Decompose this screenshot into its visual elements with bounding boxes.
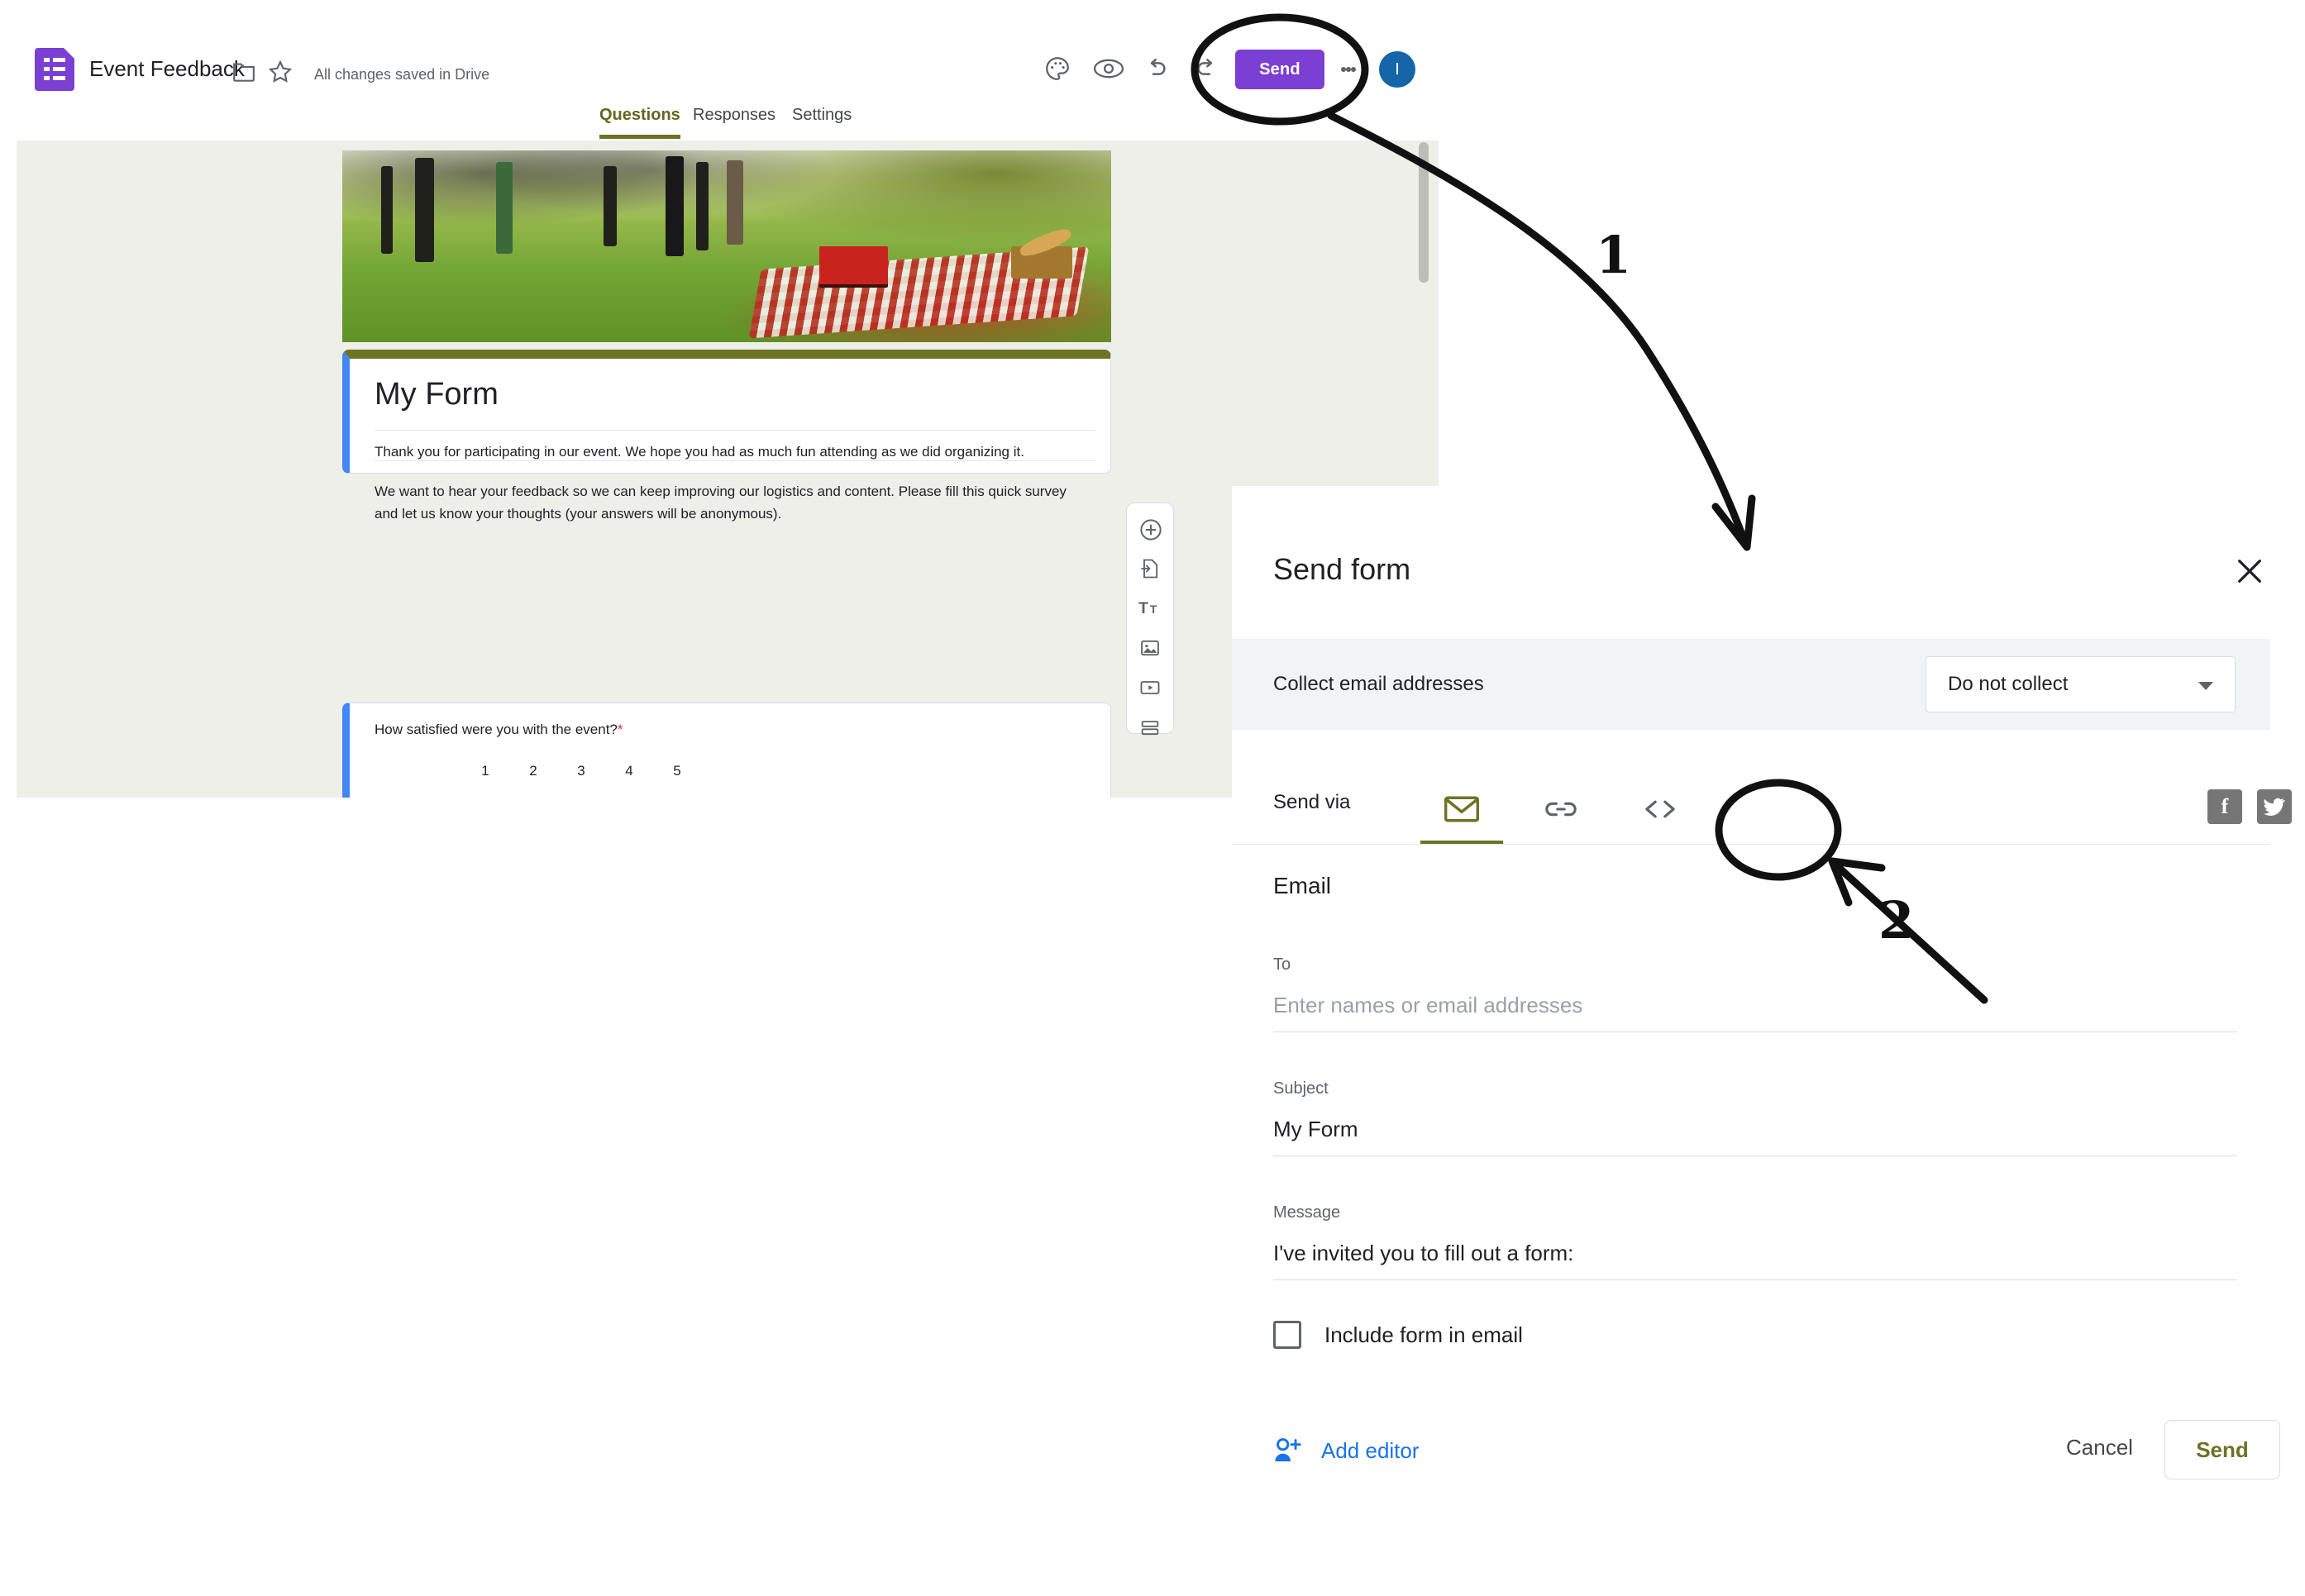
form-title-card[interactable]: My Form Thank you for participating in o… (342, 350, 1111, 522)
link-icon[interactable] (1520, 776, 1602, 842)
to-input[interactable]: Enter names or email addresses (1273, 993, 2237, 1018)
question-1-label: How satisfied were you with the event? (375, 722, 618, 737)
editor-scrollbar-thumb[interactable] (1419, 142, 1429, 283)
include-form-label: Include form in email (1324, 1322, 1523, 1347)
subject-label: Subject (1273, 1079, 1329, 1098)
facebook-icon[interactable]: f (2207, 789, 2242, 824)
scale-option-3[interactable]: 3 (565, 763, 598, 798)
star-icon[interactable] (266, 58, 294, 86)
add-item-toolbar: TT (1126, 503, 1174, 736)
scale-value-2: 2 (529, 763, 537, 779)
email-icon[interactable] (1420, 776, 1503, 842)
title-divider (375, 430, 1095, 431)
scale-option-1[interactable]: 1 (469, 763, 502, 798)
to-underline (1273, 1031, 2237, 1032)
send-form-dialog: Send form Collect email addresses Do not… (1232, 486, 2305, 1596)
subject-underline (1273, 1155, 2237, 1156)
email-section-title: Email (1273, 873, 1332, 898)
add-video-icon[interactable] (1138, 676, 1163, 701)
save-status: All changes saved in Drive (314, 66, 490, 83)
add-editor-label: Add editor (1321, 1437, 1420, 1463)
subject-field[interactable]: Subject My Form (1273, 1079, 2237, 1156)
close-icon[interactable] (2232, 554, 2267, 588)
eye-preview-icon[interactable] (1090, 51, 1128, 86)
cancel-button[interactable]: Cancel (2066, 1435, 2133, 1460)
more-vert-icon[interactable] (1336, 51, 1361, 88)
message-underline (1273, 1279, 2237, 1280)
add-title-and-description-icon[interactable]: TT (1138, 597, 1163, 622)
app-bar: Event Feedback All changes saved in Driv… (0, 0, 1439, 122)
scale-value-3: 3 (577, 763, 585, 779)
scale-option-5[interactable]: 5 (661, 763, 694, 798)
description-divider (375, 460, 1095, 461)
form-title[interactable]: My Form (375, 377, 499, 412)
svg-text:T: T (1150, 603, 1157, 616)
message-label: Message (1273, 1203, 1341, 1222)
form-description[interactable]: Thank you for participating in our event… (375, 441, 1092, 525)
import-questions-icon[interactable] (1138, 557, 1163, 582)
google-forms-icon (35, 48, 74, 91)
dialog-send-button[interactable]: Send (2164, 1420, 2280, 1479)
scale-option-2[interactable]: 2 (517, 763, 550, 798)
form-editor-canvas: My Form Thank you for participating in o… (17, 141, 1219, 798)
tab-responses[interactable]: Responses (693, 106, 775, 135)
collect-email-row: Collect email addresses Do not collect (1232, 639, 2270, 730)
dialog-title: Send form (1273, 552, 1411, 586)
scale-value-5: 5 (673, 763, 681, 779)
document-title[interactable]: Event Feedback (89, 56, 245, 82)
add-editor-button[interactable]: Add editor (1273, 1436, 1420, 1465)
message-input[interactable]: I've invited you to fill out a form: (1273, 1241, 2237, 1266)
send-button[interactable]: Send (1235, 50, 1324, 89)
send-via-label: Send via (1273, 791, 1351, 813)
required-marker: * (617, 722, 623, 737)
tab-questions[interactable]: Questions (599, 106, 680, 139)
add-image-icon[interactable] (1138, 636, 1163, 661)
palette-icon[interactable] (1040, 51, 1075, 86)
send-via-divider (1232, 844, 2270, 845)
twitter-icon[interactable] (2257, 789, 2292, 824)
question-1-text: How satisfied were you with the event?* (375, 722, 623, 738)
form-header-image[interactable] (342, 150, 1111, 342)
tab-settings[interactable]: Settings (792, 106, 852, 135)
collect-email-select[interactable]: Do not collect (1926, 656, 2236, 712)
linear-scale-1: Not very 1 2 3 4 5 (375, 763, 1090, 798)
redo-icon[interactable] (1189, 51, 1224, 86)
embed-html-icon[interactable] (1619, 776, 1701, 842)
message-field[interactable]: Message I've invited you to fill out a f… (1273, 1203, 2237, 1280)
form-description-line-2: We want to hear your feedback so we can … (375, 484, 1067, 522)
send-via-row: Send via f (1232, 771, 2292, 845)
annotation-label-1: 1 (1596, 225, 1631, 285)
question-card-1[interactable]: How satisfied were you with the event?* … (342, 703, 1111, 798)
collect-email-label: Collect email addresses (1273, 673, 1484, 695)
scale-value-4: 4 (625, 763, 633, 779)
undo-icon[interactable] (1139, 51, 1174, 86)
subject-input[interactable]: My Form (1273, 1117, 2237, 1142)
folder-icon[interactable] (230, 60, 258, 84)
include-form-checkbox[interactable] (1273, 1321, 1301, 1349)
collect-email-value: Do not collect (1948, 673, 2069, 695)
add-question-icon[interactable] (1138, 517, 1163, 542)
editor-tabs: Questions Responses Settings (0, 106, 1439, 141)
scale-value-1: 1 (481, 763, 489, 779)
person-add-icon (1275, 1438, 1301, 1462)
scale-option-4[interactable]: 4 (613, 763, 646, 798)
svg-text:T: T (1138, 599, 1148, 617)
avatar[interactable]: I (1379, 51, 1415, 88)
add-section-icon[interactable] (1138, 716, 1163, 741)
chevron-down-icon (2198, 682, 2213, 690)
to-field[interactable]: To Enter names or email addresses (1273, 955, 2237, 1032)
to-label: To (1273, 955, 1291, 974)
include-form-in-email-row[interactable]: Include form in email (1273, 1321, 1523, 1349)
